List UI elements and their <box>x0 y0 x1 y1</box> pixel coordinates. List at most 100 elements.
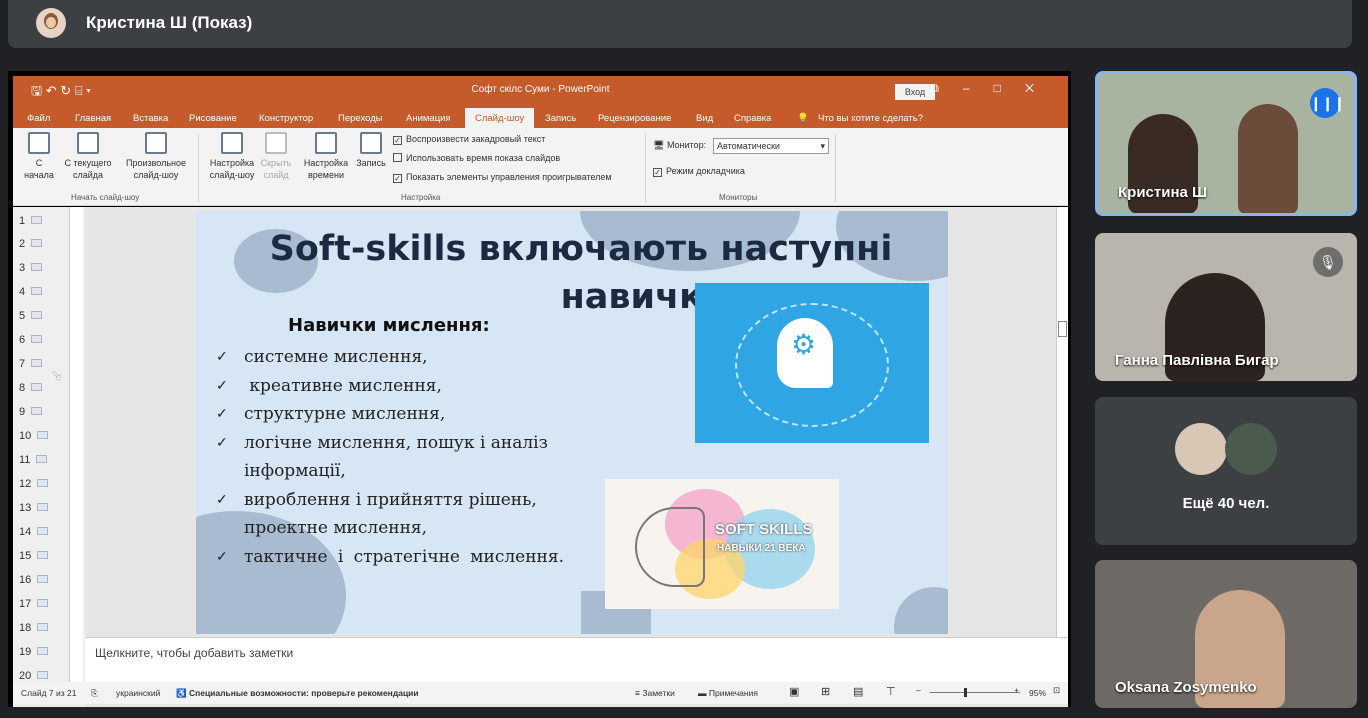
record-button[interactable]: Запись <box>353 132 389 169</box>
reading-view-icon[interactable]: ▤ <box>853 685 863 698</box>
from-current-button[interactable]: С текущего слайда <box>59 132 117 181</box>
avatar <box>1225 423 1277 475</box>
clock-icon <box>315 132 337 154</box>
tab-transitions[interactable]: Переходы <box>338 113 383 124</box>
thumb-10[interactable]: 10 <box>19 430 49 442</box>
chk-narration[interactable]: ✓ Воспроизвести закадровый текст <box>393 134 545 145</box>
thumb-12[interactable]: 12 <box>19 478 49 490</box>
thumb-6[interactable]: 6 <box>19 334 43 346</box>
zoom-in-icon[interactable]: + <box>1014 685 1019 695</box>
thumb-14[interactable]: 14 <box>19 526 49 538</box>
soft-skills-image: SOFT SKILLS НАВЫКИ 21 ВЕКА <box>605 479 839 609</box>
image-subtitle: НАВЫКИ 21 ВЕКА <box>717 543 806 554</box>
thumb-4[interactable]: 4 <box>19 286 43 298</box>
chk-timings[interactable]: Использовать время показа слайдов <box>393 153 560 163</box>
normal-view-icon[interactable]: ▣ <box>789 685 799 698</box>
thumb-20[interactable]: 20 <box>19 670 49 682</box>
mouse-cursor-icon: ➘ <box>51 367 63 383</box>
tab-help[interactable]: Справка <box>734 113 771 124</box>
thumbnail-pane: 1 2 3 4 5 6 7 8 9 10 11 12 13 14 15 16 1… <box>13 207 85 707</box>
thumb-15[interactable]: 15 <box>19 550 49 562</box>
presenter-title: Кристина Ш (Показ) <box>86 13 253 32</box>
group-monitors-label: Мониторы <box>719 193 758 202</box>
divider <box>835 134 836 202</box>
checkbox-empty-icon <box>393 153 402 162</box>
tab-design[interactable]: Конструктор <box>259 113 313 124</box>
window-controls[interactable]: ⧉–□✕ <box>930 81 1058 96</box>
thumb-9[interactable]: 9 <box>19 406 43 418</box>
tab-animations[interactable]: Анимация <box>406 113 451 124</box>
sorter-view-icon[interactable]: ⊞ <box>821 685 830 698</box>
signin-button[interactable]: Вход <box>895 84 935 100</box>
slide-bullet-list: системне мислення, креативне мислення, с… <box>216 343 564 571</box>
rehearse-button[interactable]: Настройка времени <box>299 132 353 181</box>
chk-controls[interactable]: ✓ Показать элементы управления проигрыват… <box>393 172 612 183</box>
from-start-button[interactable]: С начала <box>21 132 57 181</box>
hide-slide-button[interactable]: Скрыть слайд <box>259 132 293 181</box>
divider <box>198 134 199 202</box>
group-start-label: Начать слайд-шоу <box>71 193 140 202</box>
accessibility-icon: ♿ <box>176 688 189 698</box>
more-participants-tile[interactable]: Ещё 40 чел. <box>1095 397 1357 545</box>
notes-pane[interactable]: Щелкните, чтобы добавить заметки <box>85 637 1068 685</box>
thumb-1[interactable]: 1 <box>19 215 43 227</box>
slide-canvas[interactable]: Soft-skills включають наступні навички: Н… <box>196 211 948 634</box>
speaking-icon: ❙❙❙ <box>1310 88 1345 118</box>
presenter-bar: Кристина Ш (Показ) <box>8 0 1352 48</box>
thumb-18[interactable]: 18 <box>19 622 49 634</box>
zoom-slider[interactable] <box>930 692 1020 693</box>
thumb-8[interactable]: 8 <box>19 382 43 394</box>
thumb-7[interactable]: 7 <box>19 358 43 370</box>
avatar <box>1175 423 1227 475</box>
thumb-5[interactable]: 5 <box>19 310 43 322</box>
bullet-item: креативне мислення, <box>216 372 564 401</box>
lightbulb-icon: 💡 <box>797 113 809 124</box>
comments-button[interactable]: ▬ Примечания <box>698 688 758 698</box>
fit-slide-icon[interactable]: ⊡ <box>1053 685 1060 696</box>
bullet-item: системне мислення, <box>216 343 564 372</box>
custom-show-button[interactable]: Произвольное слайд-шоу <box>121 132 191 181</box>
play-icon <box>28 132 50 154</box>
record-icon <box>360 132 382 154</box>
tab-draw[interactable]: Рисование <box>189 113 237 124</box>
tab-record[interactable]: Запись <box>545 113 576 124</box>
group-setup-label: Настройка <box>401 193 441 202</box>
setup-show-button[interactable]: Настройка слайд-шоу <box>205 132 259 181</box>
play-current-icon <box>77 132 99 154</box>
chk-presenter-view[interactable]: ✓ Режим докладчика <box>653 166 745 177</box>
accessibility-status[interactable]: ♿ Специальные возможности: проверьте рек… <box>176 688 419 699</box>
thumb-11[interactable]: 11 <box>19 454 48 466</box>
thumbnail-scrollbar[interactable] <box>69 207 83 682</box>
custom-show-icon <box>145 132 167 154</box>
monitor-select[interactable]: Автоматически ▾ <box>713 138 829 154</box>
tab-file[interactable]: Файл <box>27 113 50 124</box>
ribbon-slideshow: С начала С текущего слайда Произвольное … <box>13 128 1068 206</box>
tab-home[interactable]: Главная <box>75 113 111 124</box>
workspace: 1 2 3 4 5 6 7 8 9 10 11 12 13 14 15 16 1… <box>13 207 1068 707</box>
zoom-out-icon[interactable]: – <box>916 685 921 695</box>
thumb-2[interactable]: 2 <box>19 238 43 250</box>
participant-tile-2[interactable]: Ганна Павлівна Бигар 🎙 <box>1095 233 1357 381</box>
slide-scrollbar[interactable] <box>1056 207 1068 637</box>
mic-off-icon: 🎙 <box>1313 247 1343 277</box>
thumb-17[interactable]: 17 <box>19 598 49 610</box>
participant-tile-4[interactable]: Oksana Zosymenko <box>1095 560 1357 708</box>
scroll-thumb[interactable] <box>1058 321 1067 337</box>
slideshow-view-icon[interactable]: ⊤ <box>886 685 896 698</box>
tell-me-search[interactable]: Что вы хотите сделать? <box>818 113 923 124</box>
notes-button[interactable]: ≡ Заметки <box>635 688 675 698</box>
thumb-19[interactable]: 19 <box>19 646 49 658</box>
zoom-slider-thumb[interactable] <box>964 688 967 697</box>
tab-view[interactable]: Вид <box>696 113 713 124</box>
thumb-13[interactable]: 13 <box>19 502 49 514</box>
spellcheck-icon[interactable]: ⎘ <box>91 688 98 699</box>
tab-review[interactable]: Рецензирование <box>598 113 671 124</box>
zoom-level[interactable]: 95% <box>1029 688 1046 698</box>
participant-tile-1[interactable]: Кристина Ш ❙❙❙ <box>1095 71 1357 216</box>
language[interactable]: украинский <box>116 688 160 698</box>
thumb-16[interactable]: 16 <box>19 574 49 586</box>
orbit-decor <box>735 303 889 427</box>
chevron-down-icon: ▾ <box>820 141 825 151</box>
thumb-3[interactable]: 3 <box>19 262 43 274</box>
tab-insert[interactable]: Вставка <box>133 113 168 124</box>
